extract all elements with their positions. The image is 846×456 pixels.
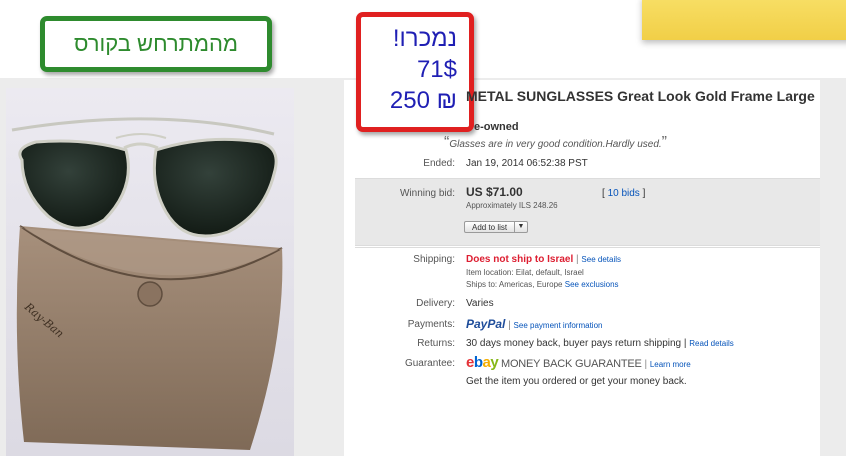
ended-label: Ended: <box>423 158 455 169</box>
shipping-value: Does not ship to Israel <box>466 254 574 265</box>
item-title: METAL SUNGLASSES Great Look Gold Frame L… <box>466 88 815 104</box>
add-to-list-button[interactable]: Add to list ▼ <box>464 221 528 233</box>
returns-value: 30 days money back, buyer pays return sh… <box>466 338 687 349</box>
sold-label: נמכרו! <box>392 25 457 52</box>
learn-more-link[interactable]: Learn more <box>650 360 691 369</box>
course-callout-text: מהמתרחש בקורס <box>73 31 239 56</box>
guarantee-row: ebay MONEY BACK GUARANTEE | Learn more <box>466 354 691 371</box>
winning-bid-value: US $71.00 <box>466 185 523 199</box>
ships-to-row: Ships to: Americas, Europe See exclusion… <box>466 280 619 289</box>
delivery-label: Delivery: <box>416 298 455 309</box>
returns-label: Returns: <box>417 338 455 349</box>
seller-note-text: Glasses are in very good condition.Hardl… <box>449 139 662 150</box>
winning-bid-label: Winning bid: <box>399 188 455 199</box>
add-to-list-label: Add to list <box>472 223 508 232</box>
shipping-row: Does not ship to Israel | See details <box>466 254 622 265</box>
payments-row: PayPal | See payment information <box>466 317 603 331</box>
course-callout: מהמתרחש בקורס <box>40 16 272 72</box>
guarantee-note: Get the item you ordered or get your mon… <box>466 376 687 387</box>
ships-to: Ships to: Americas, Europe <box>466 280 563 289</box>
bids-link[interactable]: 10 bids <box>608 188 640 199</box>
sticky-note <box>642 0 846 40</box>
sold-callout: נמכרו! 71$ 250 ₪ <box>356 12 474 132</box>
shipping-label: Shipping: <box>413 254 455 265</box>
payment-info-link[interactable]: See payment information <box>514 321 603 330</box>
payments-label: Payments: <box>407 319 455 330</box>
bids-count[interactable]: [ 10 bids ] <box>602 188 645 199</box>
dropdown-arrow-icon[interactable]: ▼ <box>514 222 527 232</box>
guarantee-label: Guarantee: <box>404 358 455 369</box>
item-location: Item location: Eilat, default, Israel <box>466 268 584 277</box>
approx-value: Approximately ILS 248.26 <box>466 201 558 210</box>
divider <box>355 247 820 248</box>
sold-price-ils: 250 ₪ <box>389 87 457 114</box>
sold-price-usd: 71$ <box>416 56 457 83</box>
returns-row: 30 days money back, buyer pays return sh… <box>466 338 734 349</box>
item-condition: e-owned <box>474 121 519 133</box>
see-details-link[interactable]: See details <box>581 255 621 264</box>
sunglasses-photo: Ray-Ban <box>11 117 283 450</box>
money-back-text: MONEY BACK GUARANTEE <box>500 358 642 370</box>
paypal-logo: PayPal <box>466 317 506 331</box>
ended-value: Jan 19, 2014 06:52:38 PST <box>466 158 588 169</box>
read-details-link[interactable]: Read details <box>689 339 733 348</box>
ebay-logo: ebay <box>466 354 499 371</box>
seller-note: “Glasses are in very good condition.Hard… <box>444 134 667 152</box>
close-quote-icon: ” <box>661 134 667 151</box>
see-exclusions-link[interactable]: See exclusions <box>565 280 619 289</box>
item-photo[interactable]: Ray-Ban <box>6 88 294 456</box>
delivery-value: Varies <box>466 298 494 309</box>
